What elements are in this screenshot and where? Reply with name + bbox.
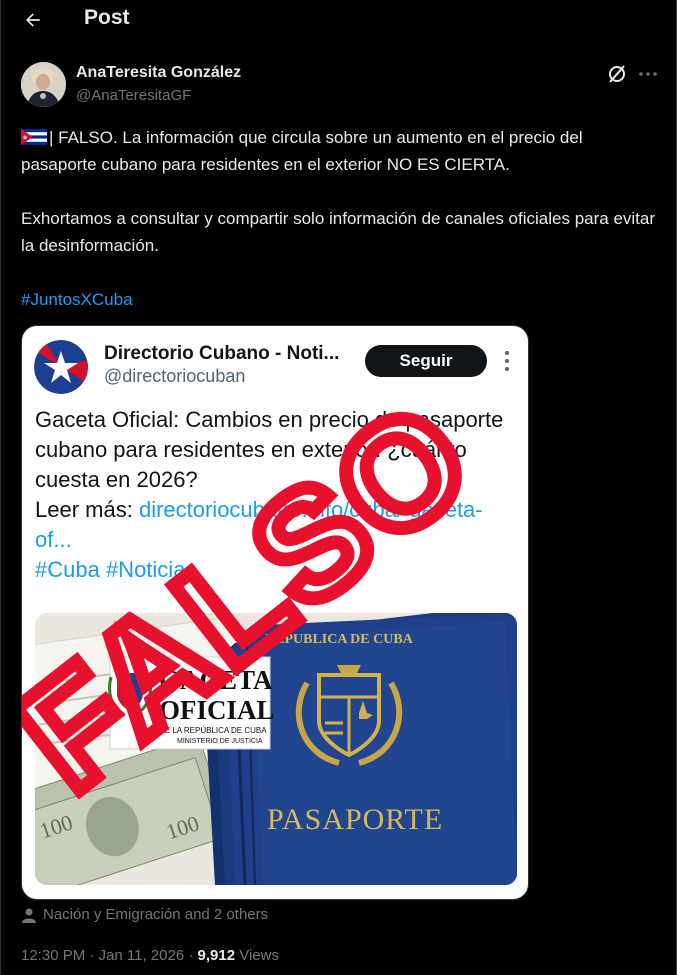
tweet-text: | FALSO. La información que circula sobr… (21, 124, 661, 313)
read-more-label: Leer más: (35, 497, 133, 522)
arrow-left-icon (26, 13, 40, 27)
gaceta-sub-1: DE LA REPÚBLICA DE CUBA (159, 726, 267, 735)
directorio-logo (34, 340, 88, 394)
person-icon (22, 908, 36, 923)
more-horizontal-icon (639, 72, 657, 76)
embedded-more-icon (500, 348, 514, 374)
grok-button[interactable] (606, 63, 628, 85)
gaceta-sub-2: MINISTERIO DE JUSTICIA (177, 738, 263, 745)
post-meta: 12:30 PM · Jan 11, 2026 · 9,912 Views (21, 947, 279, 964)
more-options-button[interactable] (637, 63, 659, 85)
cuba-flag-icon (21, 129, 47, 145)
tweet-paragraph-2: Exhortamos a consultar y compartir solo … (21, 209, 656, 255)
passport-label: PASAPORTE (267, 803, 443, 836)
post-image[interactable]: Directorio Cubano - Noti... @directorioc… (21, 325, 529, 900)
gaceta-line-2: OFICIAL (159, 695, 275, 725)
tweet-paragraph-1: | FALSO. La información que circula sobr… (21, 124, 661, 178)
embedded-tweet-text: Gaceta Oficial: Cambios en precio de pas… (35, 405, 505, 585)
hashtag-link[interactable]: #JuntosXCuba (21, 290, 133, 309)
tagged-users[interactable]: Nación y Emigración and 2 others (21, 906, 268, 923)
tweet-paragraph-1-text: | FALSO. La información que circula sobr… (21, 128, 583, 174)
views-count: 9,912 (197, 947, 236, 964)
author-handle[interactable]: @AnaTeresitaGF (76, 87, 191, 104)
embedded-hashtags: #Cuba #Noticias (35, 557, 197, 582)
gaceta-line-1: GACETA (159, 665, 273, 695)
post-page: Post AnaTeresita González @AnaTeresitaGF… (0, 0, 677, 975)
author-name[interactable]: AnaTeresita González (76, 64, 241, 82)
views-label: Views (235, 947, 279, 964)
back-button[interactable] (19, 6, 47, 34)
tagged-text: Nación y Emigración and 2 others (43, 906, 269, 923)
embedded-account-handle: @directoriocuban (104, 366, 246, 386)
top-bar: Post (1, 0, 676, 40)
post-timestamp[interactable]: 12:30 PM · Jan 11, 2026 · (21, 947, 198, 964)
grok-icon (609, 65, 625, 83)
embedded-account-name: Directorio Cubano - Noti... (104, 343, 340, 364)
passport-top-text: REPUBLICA DE CUBA (265, 632, 414, 647)
follow-button: Seguir (365, 345, 487, 377)
avatar[interactable] (21, 62, 66, 107)
embedded-text: Gaceta Oficial: Cambios en precio de pas… (35, 407, 504, 492)
passport-photo: 100 100 REPUBLICA DE CUBA PASAPORTE GACE… (35, 613, 517, 885)
page-title: Post (84, 6, 130, 29)
